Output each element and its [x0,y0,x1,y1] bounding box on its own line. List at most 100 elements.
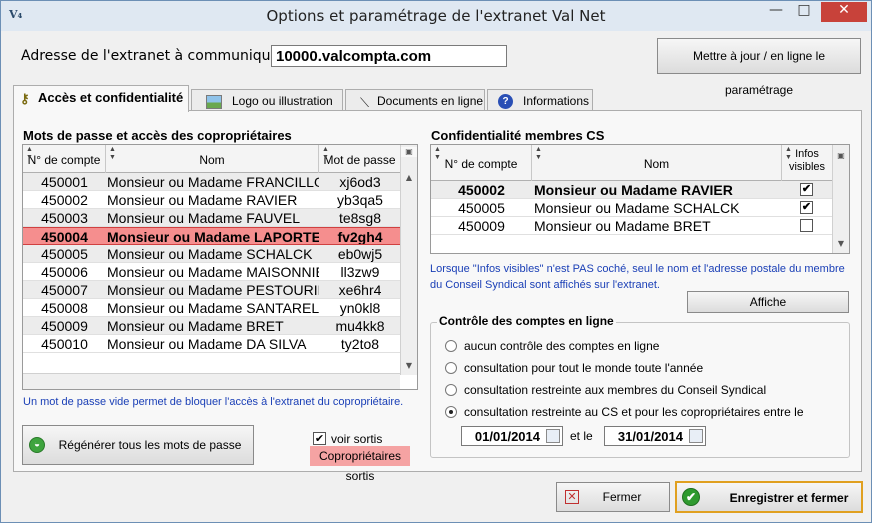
cell-name: Monsieur ou Madame FAUVEL [107,210,300,226]
control-option-radio[interactable] [445,406,457,418]
table-row[interactable]: 450009 Monsieur ou Madame BRET [431,217,832,235]
cell-account: 450007 [41,282,88,298]
tab-logo[interactable]: Logo ou illustration [191,89,343,112]
close-icon: ✕ [565,490,579,504]
table-row[interactable]: 450001 Monsieur ou Madame FRANCILLON xj6od… [23,173,400,191]
cell-account: 450004 [41,229,88,245]
tab-access-label: Accès et confidentialité [38,90,184,105]
date-to-field[interactable]: 31/01/2014 [604,426,706,446]
cell-name: Monsieur ou Madame DA SILVA [107,336,307,352]
table-row[interactable]: 450004 Monsieur ou Madame LAPORTE fv2gh4 [23,227,400,245]
infos-visible-checkbox[interactable] [800,219,813,232]
cell-password: yn0kl8 [339,300,381,316]
cell-name: Monsieur ou Madame RAVIER [107,192,298,208]
cell-password: ll3zw9 [340,264,380,280]
control-option-label: consultation restreinte au CS et pour le… [464,405,804,419]
minimize-button[interactable]: — [763,2,789,22]
infos-visible-checkbox[interactable]: ✔ [800,183,813,196]
scroll-up-arrow[interactable]: ▲ [401,173,417,182]
owners-hscrollbar[interactable] [23,373,400,389]
table-row[interactable]: 450007 Monsieur ou Madame PESTOURIE xe6hr4 [23,281,400,299]
control-option-radio[interactable] [445,340,457,352]
control-option-radio[interactable] [445,384,457,396]
cs-section-title: Confidentialité membres CS [431,128,605,143]
tab-documents[interactable]: ⟍ Documents en ligne [345,89,485,112]
maximize-button[interactable]: □ [791,2,817,22]
address-label: Adresse de l'extranet à communiquer : [21,48,295,64]
cell-name: Monsieur ou Madame RAVIER [534,182,733,198]
cell-account: 450005 [458,200,505,216]
col-account[interactable]: ▲ ▼ N° de compte [23,145,106,173]
grid-settings-icon[interactable]: ▣ [401,147,417,157]
tab-informations[interactable]: ? Informations [487,89,593,112]
update-config-button[interactable]: Mettre à jour / en ligne le paramétrage [657,38,861,97]
col-cs-account[interactable]: ▲ ▼ N° de compte [431,145,532,181]
cell-password: ty2to8 [340,336,380,352]
table-row[interactable]: 450008 Monsieur ou Madame SANTARELLI yn0kl… [23,299,400,317]
close-button-label: Fermer [602,490,642,504]
window-title: Options et paramétrage de l'extranet Val… [266,7,606,25]
cell-name: Monsieur ou Madame LAPORTE [107,229,319,245]
scroll-down-arrow[interactable]: ▼ [401,361,417,370]
tab-informations-label: Informations [523,94,590,108]
cell-account: 450009 [458,218,505,234]
calendar-icon[interactable] [689,429,703,443]
close-button[interactable]: ✕ Fermer [556,482,670,512]
cs-grid-settings-icon[interactable]: ▣ [833,151,849,160]
cell-password: xj6od3 [339,174,381,190]
control-option-label: consultation restreinte aux membres du C… [464,383,767,397]
owners-grid-header: ▲ ▼ N° de compte ▲ ▼ Nom ▲ ▼ Mot de passe [23,145,401,173]
table-row[interactable]: 450003 Monsieur ou Madame FAUVEL te8sg8 [23,209,400,227]
cell-password: eb0wj5 [337,246,383,262]
show-out-checkbox[interactable]: ✔ [313,432,326,445]
cell-password: xe6hr4 [338,282,382,298]
col-password[interactable]: ▲ ▼ Mot de passe [319,145,401,173]
col-cs-visible[interactable]: ▲ ▼ Infos visibles [782,145,833,181]
cell-password: mu4kk8 [335,318,385,334]
calendar-icon[interactable] [546,429,560,443]
dialog-window: V₄ Options et paramétrage de l'extranet … [0,0,872,523]
tab-logo-label: Logo ou illustration [232,94,333,108]
control-option-label: consultation pour tout le monde toute l'… [464,361,704,375]
table-row[interactable]: 450009 Monsieur ou Madame BRET mu4kk8 [23,317,400,335]
out-owners-legend: Copropriétaires sortis [310,446,410,483]
close-window-button[interactable]: ✕ [821,2,867,22]
cell-password: te8sg8 [338,210,382,226]
table-row[interactable]: 450010 Monsieur ou Madame DA SILVA ty2to8 [23,335,400,353]
table-row[interactable]: 450006 Monsieur ou Madame MAISONNIER ll3zw… [23,263,400,281]
cell-account: 450001 [41,174,88,190]
infos-visible-checkbox[interactable]: ✔ [800,201,813,214]
control-option-radio[interactable] [445,362,457,374]
show-button[interactable]: Affiche [687,291,849,313]
control-option-label: aucun contrôle des comptes en ligne [464,339,660,353]
cell-password: yb3qa5 [337,192,383,208]
cell-account: 450006 [41,264,88,280]
table-row[interactable]: 450002 Monsieur ou Madame RAVIER yb3qa5 [23,191,400,209]
tab-documents-label: Documents en ligne [377,94,484,108]
key-icon: ⚷ [20,91,30,106]
document-icon: ⟍ [360,95,370,110]
col-cs-name[interactable]: ▲ ▼ Nom [532,145,782,181]
date-from-field[interactable]: 01/01/2014 [461,426,563,446]
address-input[interactable] [271,45,507,67]
cell-name: Monsieur ou Madame SCHALCK [107,246,313,262]
title-bar: V₄ Options et paramétrage de l'extranet … [1,1,871,31]
cell-account: 450009 [41,318,88,334]
check-icon: ✔ [682,488,700,506]
tab-access[interactable]: ⚷ Accès et confidentialité [13,85,189,112]
col-name[interactable]: ▲ ▼ Nom [106,145,319,173]
save-close-button[interactable]: ✔ Enregistrer et fermer [675,481,863,513]
cs-vscrollbar[interactable]: ▣ ▼ [832,145,849,253]
owners-vscrollbar[interactable]: ▣ ▲ ▼ [400,145,417,375]
cell-password: fv2gh4 [337,229,383,245]
picture-icon [206,95,222,109]
cell-name: Monsieur ou Madame FRANCILLON [107,174,319,190]
regenerate-passwords-button[interactable]: ◒ Régénérer tous les mots de passe [22,425,254,465]
save-close-label: Enregistrer et fermer [729,491,849,505]
table-row[interactable]: 450005 Monsieur ou Madame SCHALCK eb0wj5 [23,245,400,263]
account-control-title: Contrôle des comptes en ligne [437,314,616,328]
cs-grid: ▲ ▼ N° de compte ▲ ▼ Nom ▲ ▼ Infos visibles ▣ … [430,144,850,254]
table-row[interactable]: 450005 Monsieur ou Madame SCHALCK ✔ [431,199,832,217]
table-row[interactable]: 450002 Monsieur ou Madame RAVIER ✔ [431,181,832,199]
cs-scroll-down-arrow[interactable]: ▼ [833,239,849,248]
